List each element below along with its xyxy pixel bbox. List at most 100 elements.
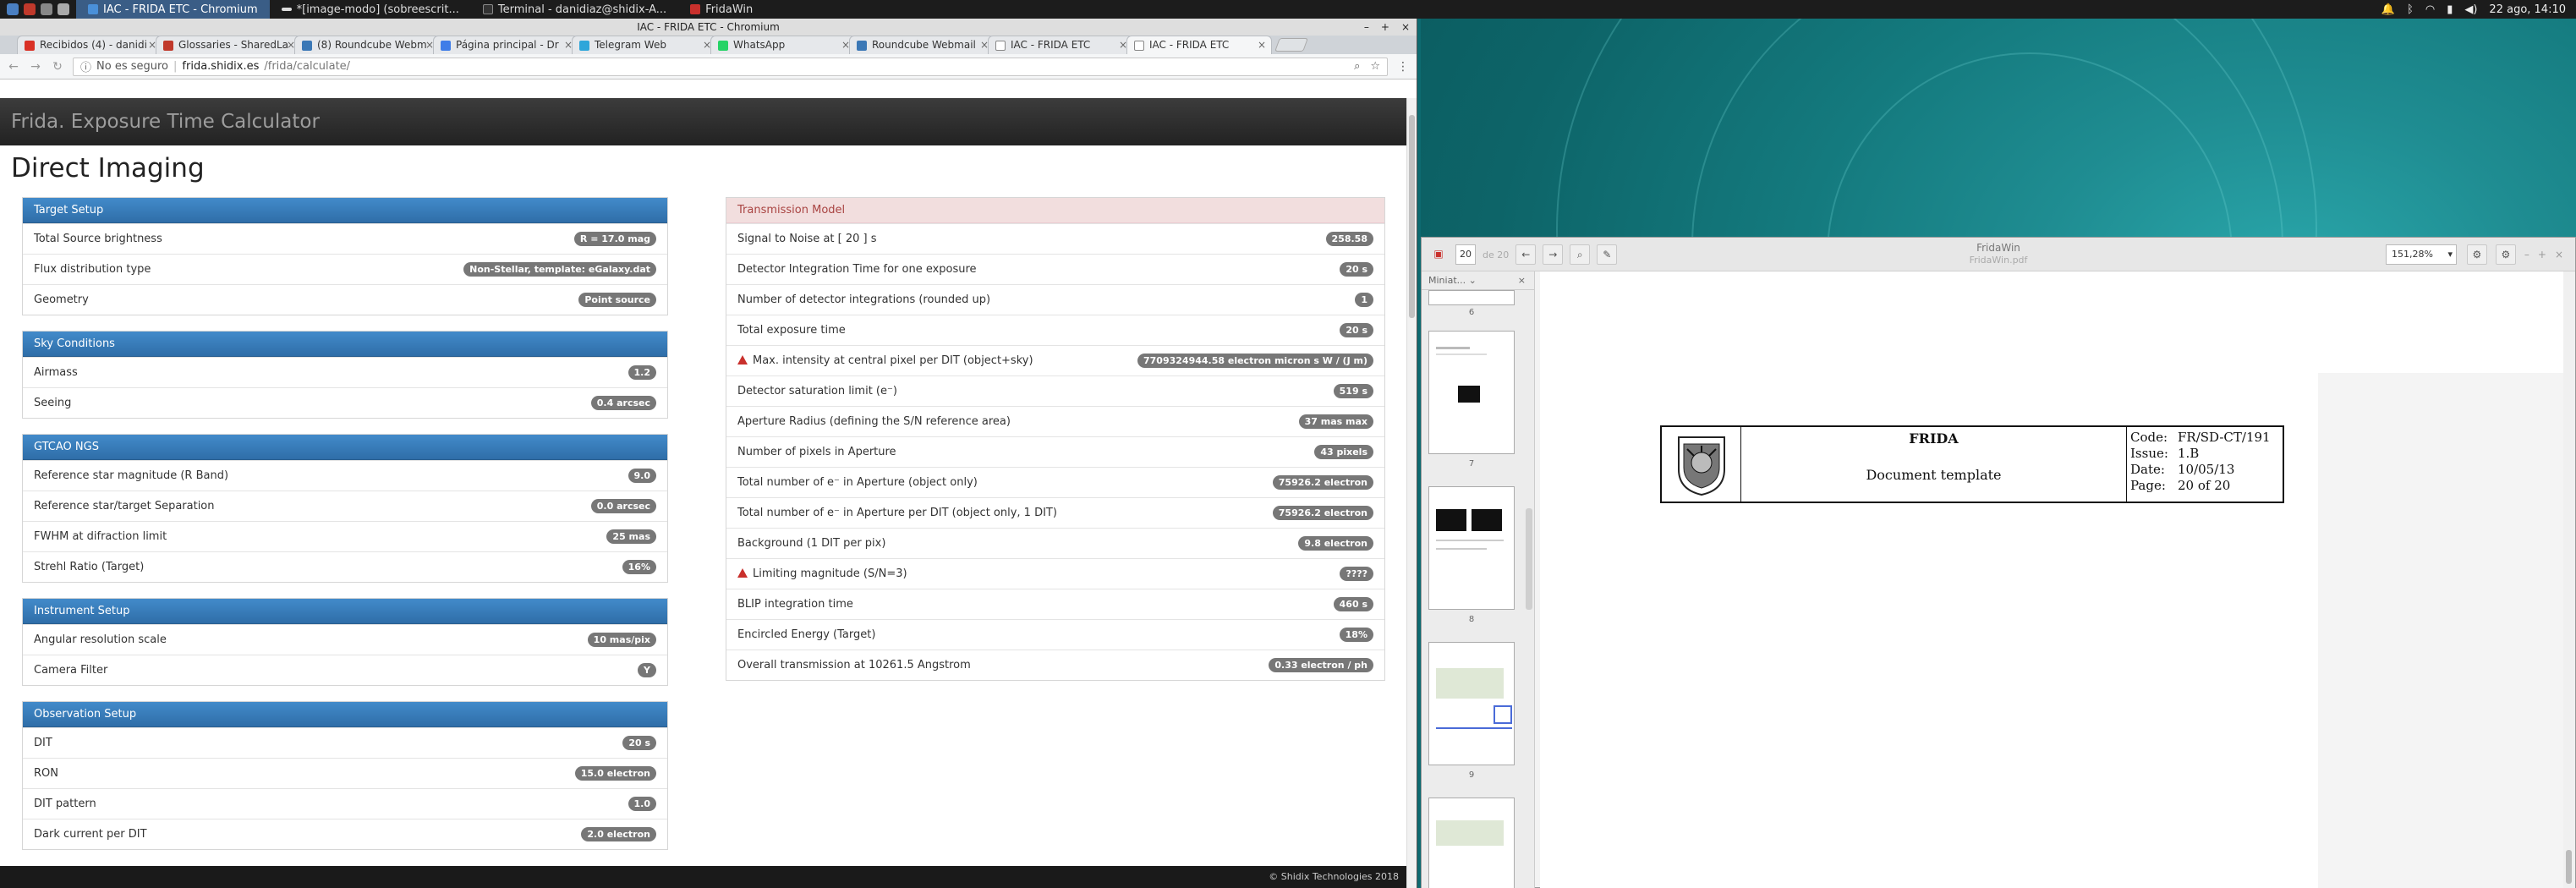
gear-icon[interactable]: ⚙ [2495,244,2516,265]
menu-dots-icon[interactable]: ⋮ [1396,60,1410,74]
maximize-icon[interactable]: + [1381,19,1389,36]
fridawin-window: FridaWin FridaWin.pdf ▣ 20 de 20 ← → ⌕ ✎… [1421,237,2576,888]
panel-title: Transmission Model [726,198,1384,223]
thumb-image [1436,509,1466,531]
zoom-select[interactable]: 151,28% ▾ [2386,244,2457,265]
panel-gtcao-ngs: GTCAO NGS Reference star magnitude (R Ba… [22,434,668,583]
browser-tab[interactable]: IAC - FRIDA ETC × [988,36,1133,54]
meta-value: 10/05/13 [2178,462,2235,477]
page-thumbnail[interactable] [1428,486,1515,610]
task-terminal[interactable]: Terminal - danidiaz@shidix-A... [471,0,678,19]
minimize-icon[interactable]: – [1364,19,1369,36]
annotate-button[interactable]: ✎ [1597,244,1618,265]
minimize-icon[interactable]: – [2524,249,2529,260]
result-row: Aperture Radius (defining the S/N refere… [726,406,1384,436]
browser-tab[interactable]: Roundcube Webmail × [849,36,995,54]
row-label: Seeing [34,397,72,409]
window-title: IAC - FRIDA ETC - Chromium [637,21,780,33]
search-button[interactable]: ⌕ [1570,244,1591,265]
row-label: BLIP integration time [737,598,853,611]
clock[interactable]: 22 ago, 14:10 [2489,3,2566,16]
tab-close-icon[interactable]: × [1258,36,1266,54]
back-icon[interactable]: ← [7,60,20,74]
value-badge: 1.0 [628,797,656,811]
page-thumbnail[interactable] [1428,642,1515,765]
scrollbar-thumb[interactable] [1409,115,1415,318]
scrollbar-thumb[interactable] [1526,508,1532,610]
settings-icon[interactable]: ⚙ [2466,244,2487,265]
reload-icon[interactable]: ↻ [51,60,64,74]
task-image-editor[interactable]: *[image-modo] (sobreescrit... [270,0,471,19]
close-icon[interactable]: × [1401,19,1410,36]
files-launcher-icon[interactable] [58,3,69,15]
prev-page-button[interactable]: ← [1515,244,1537,265]
thumbnail-sidebar: Miniat... ⌄ × 6 7 8 9 [1422,271,1535,888]
browser-tab[interactable]: (8) Roundcube Webm × [294,36,440,54]
separator: | [173,60,178,73]
row-label: Detector Integration Time for one exposu… [737,263,977,276]
result-row: Camera Filter Y [23,655,667,685]
close-icon[interactable]: × [2555,249,2563,260]
browser-tab[interactable]: WhatsApp × [710,36,856,54]
row-label: Total Source brightness [34,233,162,245]
search-icon[interactable]: ⌕ [1354,60,1360,73]
battery-icon[interactable]: ▮ [2447,3,2453,16]
value-badge: 20 s [622,736,656,750]
page-thumbnail[interactable] [1428,290,1515,305]
pdf-app-icon: ▣ [1433,248,1444,260]
task-fridawin[interactable]: FridaWin [678,0,765,19]
app-launcher-icon[interactable] [24,3,36,15]
browser-tab[interactable]: Recibidos (4) - danidi × [17,36,162,54]
row-label: Dark current per DIT [34,828,147,841]
sidebar-scrollbar[interactable] [1526,297,1532,888]
row-label: Angular resolution scale [34,633,167,646]
document-scrollbar[interactable] [2563,271,2575,888]
sidebar-header[interactable]: Miniat... ⌄ × [1422,271,1534,290]
result-row: Geometry Point source [23,284,667,315]
result-row: Flux distribution type Non-Stellar, templ… [23,254,667,284]
maximize-icon[interactable]: + [2538,249,2546,260]
browser-tab[interactable]: Página principal - Dr × [433,36,578,54]
page-thumbnail[interactable] [1428,331,1515,454]
pdf-icon [690,4,701,14]
new-tab-button[interactable] [1274,38,1308,52]
tab-label: Recibidos (4) - danidi [40,39,147,51]
value-badge: 9.0 [628,469,656,483]
browser-tab[interactable]: Glossaries - SharedLa × [156,36,301,54]
scrollbar-thumb[interactable] [2566,850,2572,884]
result-row: Dark current per DIT 2.0 electron [23,819,667,849]
info-icon[interactable]: ⓘ [80,58,91,74]
tab-favicon [718,41,728,51]
value-badge: 0.0 arcsec [590,499,656,513]
value-badge: 75926.2 electron [1272,506,1373,520]
value-badge: 37 mas max [1298,414,1373,429]
result-row: Seeing 0.4 arcsec [23,387,667,418]
close-sidebar-icon[interactable]: × [1518,271,1526,290]
next-page-button[interactable]: → [1543,244,1564,265]
result-row: Reference star/target Separation 0.0 arcs… [23,491,667,521]
menu-icon[interactable] [7,3,19,15]
tab-label: Telegram Web [595,39,666,51]
notification-icon[interactable]: 🔔 [2381,3,2395,16]
task-chromium[interactable]: IAC - FRIDA ETC - Chromium [76,0,270,19]
window-titlebar[interactable]: IAC - FRIDA ETC - Chromium – + × [0,19,1417,36]
browser-tab[interactable]: Telegram Web × [572,36,717,54]
page-thumbnail[interactable] [1428,798,1515,888]
forward-icon[interactable]: → [29,60,42,74]
value-badge: 75926.2 electron [1272,475,1373,490]
chevron-down-icon[interactable]: ⌄ [1469,275,1477,286]
page-scrollbar[interactable] [1406,98,1417,888]
row-label: Overall transmission at 10261.5 Angstrom [737,659,971,671]
browser-tab-active[interactable]: IAC - FRIDA ETC × [1126,36,1272,54]
bluetooth-icon[interactable]: ᛒ [2407,3,2414,16]
address-bar[interactable]: ⓘ No es seguro | frida.shidix.es/frida/c… [73,57,1388,76]
bookmark-star-icon[interactable]: ☆ [1370,60,1380,73]
volume-icon[interactable]: ◀) [2464,3,2477,16]
navbar-brand[interactable]: Frida. Exposure Time Calculator [0,98,1407,145]
tab-favicon [995,41,1006,51]
wifi-icon[interactable]: ◠ [2425,3,2435,16]
browser-launcher-icon[interactable] [41,3,52,15]
page-number-input[interactable]: 20 [1455,244,1476,265]
viewer-titlebar[interactable]: FridaWin FridaWin.pdf ▣ 20 de 20 ← → ⌕ ✎… [1422,238,2575,271]
meta-value: FR/SD-CT/191 [2178,430,2271,445]
